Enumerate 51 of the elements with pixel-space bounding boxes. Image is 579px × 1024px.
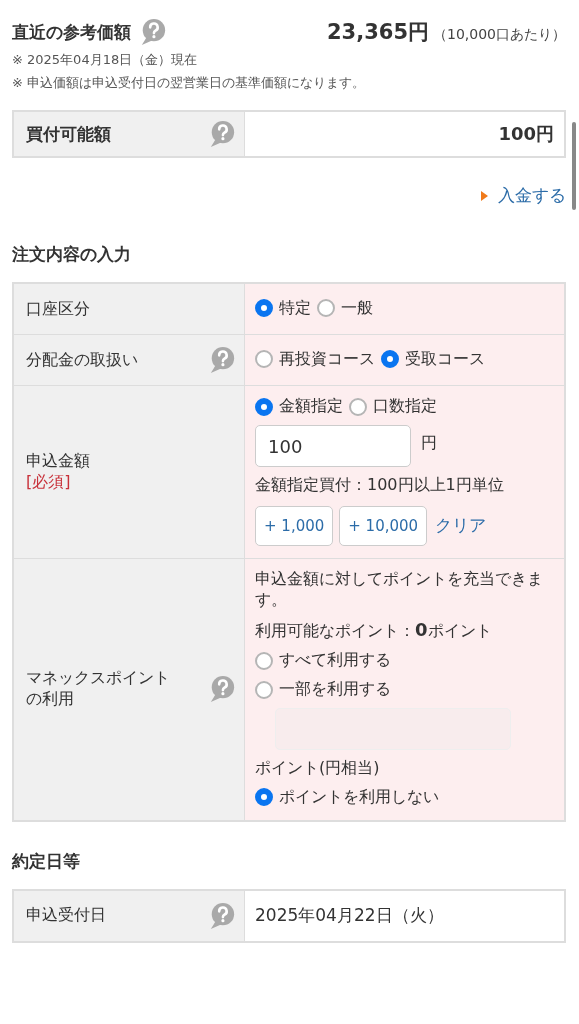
radio-button[interactable] [255, 397, 273, 416]
info-text: 申込金額に対してポイントを充当できます。 [255, 568, 544, 611]
date-text: 2025年04月22日（火） [255, 904, 445, 928]
amount-field[interactable]: 100 [255, 425, 411, 467]
radio-button[interactable] [255, 680, 273, 699]
radio-button[interactable] [349, 397, 367, 416]
radio-label[interactable]: 一部を利用する [279, 679, 391, 701]
help-icon[interactable] [208, 902, 236, 930]
radio-label[interactable]: 金額指定 [279, 396, 343, 417]
label-text: 口座区分 [26, 298, 90, 320]
help-icon[interactable] [208, 120, 236, 148]
label-text: 分配金の取扱い [26, 349, 138, 371]
deposit-link[interactable]: 入金する [498, 184, 566, 207]
section-heading: 約定日等 [12, 850, 81, 873]
clear-link[interactable]: クリア [435, 514, 487, 538]
label-text: 申込受付日 [26, 905, 106, 927]
help-icon[interactable] [208, 346, 236, 374]
radio-button[interactable] [255, 350, 273, 368]
radio-button[interactable] [255, 651, 273, 670]
radio-label[interactable]: ポイントを利用しない [279, 787, 439, 808]
amount-text: 100円 [498, 122, 554, 146]
help-icon[interactable] [139, 18, 167, 46]
help-icon[interactable] [208, 675, 236, 704]
label-text: 申込金額 [26, 450, 90, 472]
price-value: 23,365円 [326, 19, 429, 46]
triangle-icon [481, 190, 488, 201]
radio-label[interactable]: すべて利用する [279, 650, 391, 672]
section-heading: 注文内容の入力 [12, 243, 132, 266]
add-amount-button[interactable]: + 10,000 [339, 505, 428, 546]
info-text: ポイント(円相当) [255, 758, 380, 779]
radio-label[interactable]: 特定 [279, 297, 311, 319]
info-text: 金額指定買付：100円以上1円単位 [255, 475, 504, 496]
info-text: 利用可能なポイント：0ポイント [255, 618, 492, 643]
label-text: 買付可能額 [26, 122, 111, 146]
add-amount-button[interactable]: + 1,000 [255, 505, 334, 546]
radio-label[interactable]: 一般 [341, 297, 373, 319]
radio-label[interactable]: 受取コース [405, 348, 485, 370]
price-unit-note: （10,000口あたり） [433, 26, 566, 44]
required-mark: [必須] [26, 471, 72, 493]
radio-button[interactable] [381, 350, 399, 368]
radio-button[interactable] [255, 788, 273, 807]
note-text: ※ 2025年04月18日（金）現在 [12, 51, 199, 69]
radio-label[interactable]: 口数指定 [373, 396, 437, 417]
note-text: ※ 申込価額は申込受付日の翌営業日の基準価額になります。 [12, 74, 367, 92]
radio-button[interactable] [317, 299, 335, 317]
radio-button[interactable] [255, 299, 273, 317]
unit-label: 円 [421, 432, 437, 454]
radio-label[interactable]: 再投資コース [279, 348, 375, 370]
label-text: マネックスポイントの利用 [26, 668, 171, 711]
price-label: 直近の参考価額 [12, 20, 131, 44]
scrollbar[interactable] [572, 122, 576, 210]
